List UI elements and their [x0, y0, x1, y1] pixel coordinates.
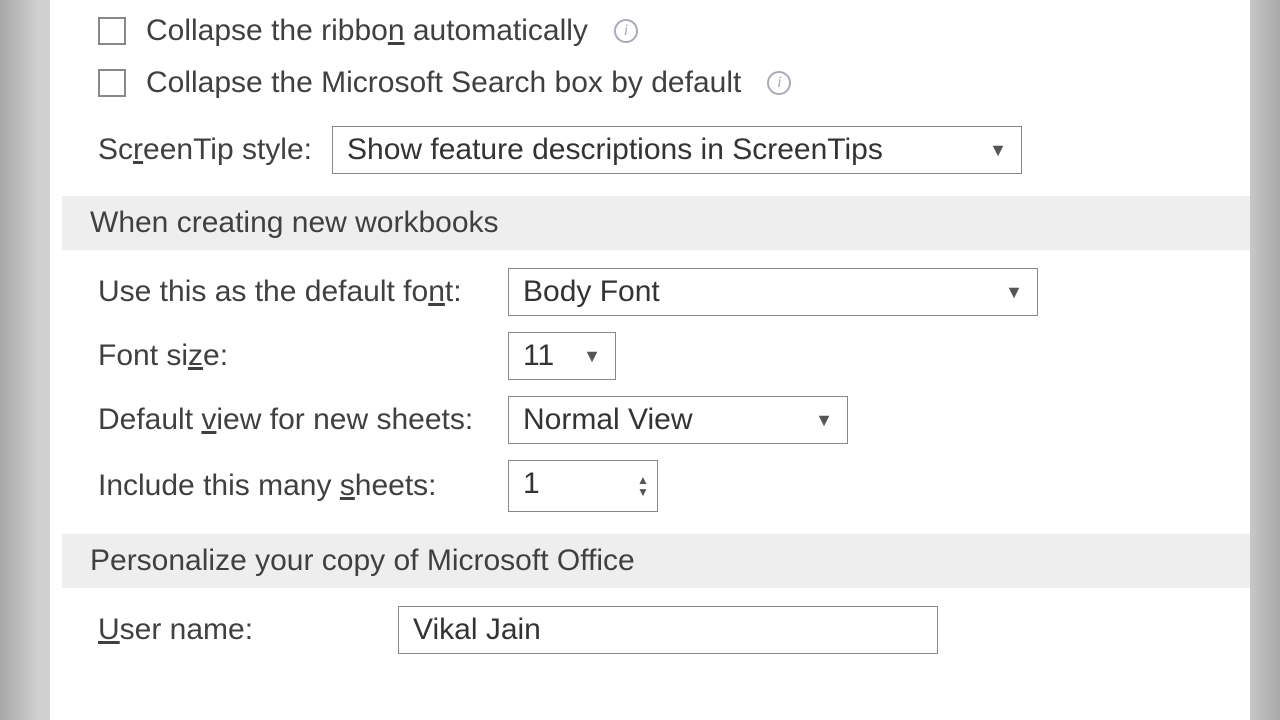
default-font-row: Use this as the default font: Body Font …: [50, 264, 1250, 320]
screentip-row: ScreenTip style: Show feature descriptio…: [50, 122, 1250, 178]
collapse-search-label: Collapse the Microsoft Search box by def…: [146, 66, 741, 100]
chevron-down-icon: ▼: [989, 140, 1007, 161]
font-size-dropdown[interactable]: 11 ▼: [508, 332, 616, 380]
info-icon[interactable]: i: [614, 19, 638, 43]
collapse-ribbon-checkbox[interactable]: [98, 17, 126, 45]
user-name-input[interactable]: Vikal Jain: [398, 606, 938, 654]
chevron-down-icon: ▼: [583, 346, 601, 367]
collapse-ribbon-row: Collapse the ribbon automatically i: [50, 10, 1250, 52]
sheets-count-spinner[interactable]: 1 ▲ ▼: [508, 460, 658, 512]
chevron-up-icon[interactable]: ▲: [637, 475, 649, 485]
options-dialog: Collapse the ribbon automatically i Coll…: [50, 0, 1250, 720]
sheets-count-label: Include this many sheets:: [98, 469, 488, 503]
font-size-row: Font size: 11 ▼: [50, 328, 1250, 384]
chevron-down-icon: ▼: [815, 410, 833, 431]
collapse-search-row: Collapse the Microsoft Search box by def…: [50, 62, 1250, 104]
section-header-workbooks: When creating new workbooks: [62, 196, 1250, 250]
collapse-ribbon-label: Collapse the ribbon automatically: [146, 14, 588, 48]
user-name-row: User name: Vikal Jain: [50, 602, 1250, 658]
sheets-count-row: Include this many sheets: 1 ▲ ▼: [50, 456, 1250, 516]
default-font-value: Body Font: [523, 275, 660, 309]
sheets-count-value: 1: [509, 461, 629, 511]
default-view-value: Normal View: [523, 403, 693, 437]
spinner-arrows[interactable]: ▲ ▼: [629, 461, 657, 511]
chevron-down-icon[interactable]: ▼: [637, 487, 649, 497]
info-icon[interactable]: i: [767, 71, 791, 95]
default-view-label: Default view for new sheets:: [98, 403, 488, 437]
screentip-label: ScreenTip style:: [98, 133, 312, 167]
chevron-down-icon: ▼: [1005, 282, 1023, 303]
font-size-label: Font size:: [98, 339, 488, 373]
default-view-row: Default view for new sheets: Normal View…: [50, 392, 1250, 448]
section-header-personalize: Personalize your copy of Microsoft Offic…: [62, 534, 1250, 588]
user-name-label: User name:: [98, 613, 378, 647]
collapse-search-checkbox[interactable]: [98, 69, 126, 97]
screentip-dropdown[interactable]: Show feature descriptions in ScreenTips …: [332, 126, 1022, 174]
screentip-value: Show feature descriptions in ScreenTips: [347, 133, 883, 167]
font-size-value: 11: [523, 339, 554, 373]
user-name-value: Vikal Jain: [413, 613, 541, 646]
default-view-dropdown[interactable]: Normal View ▼: [508, 396, 848, 444]
default-font-dropdown[interactable]: Body Font ▼: [508, 268, 1038, 316]
default-font-label: Use this as the default font:: [98, 275, 488, 309]
